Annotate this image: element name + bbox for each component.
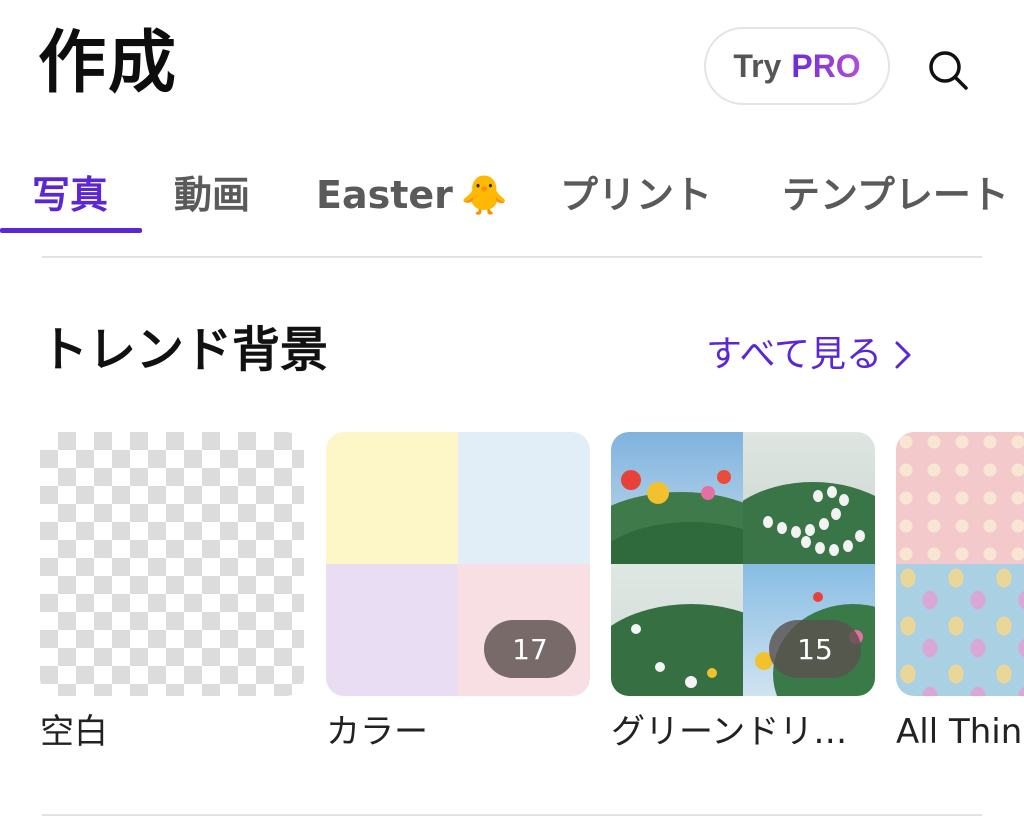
- tab-easter[interactable]: Easter 🐥: [316, 170, 508, 220]
- see-all-link[interactable]: すべて見る: [706, 330, 912, 380]
- chick-icon: 🐥: [460, 173, 509, 217]
- tab-photo[interactable]: 写真: [32, 170, 108, 220]
- purple-swatch: [326, 564, 458, 696]
- chevron-right-icon: [895, 341, 911, 369]
- card-blank[interactable]: 空白: [40, 432, 304, 754]
- tab-template[interactable]: テンプレート: [782, 170, 1009, 220]
- tab-bar: 写真 動画 Easter 🐥 プリント テンプレート: [0, 160, 1024, 240]
- card-label: カラー: [326, 712, 428, 752]
- page-title: 作成: [38, 24, 179, 103]
- blue-swatch: [458, 432, 590, 564]
- active-tab-indicator: [0, 228, 142, 233]
- yellow-swatch: [326, 432, 458, 564]
- try-pro-button[interactable]: Try PRO: [704, 27, 890, 105]
- count-badge: 15: [769, 620, 861, 678]
- color-thumbnail: 17: [326, 432, 590, 696]
- section-title: トレンド背景: [40, 322, 329, 378]
- scene-image: [611, 432, 743, 564]
- pro-label: PRO: [791, 47, 861, 84]
- count-badge: 17: [484, 620, 576, 678]
- card-color[interactable]: 17 カラー: [326, 432, 590, 754]
- pattern-image: [896, 432, 1024, 564]
- card-label: 空白: [40, 712, 108, 752]
- card-label: All Things: [896, 712, 1024, 752]
- see-all-label: すべて見る: [706, 334, 883, 375]
- search-button[interactable]: [920, 42, 976, 98]
- tab-label: Easter: [316, 173, 453, 217]
- tab-label: テンプレート: [782, 173, 1009, 217]
- scene-image: [611, 564, 743, 696]
- all-things-thumbnail: [896, 432, 1024, 696]
- eggs-image: [896, 564, 1024, 696]
- divider: [42, 256, 982, 258]
- green-dreams-thumbnail: 15: [611, 432, 875, 696]
- card-label: グリーンドリ…: [611, 712, 848, 752]
- scene-image: [743, 432, 875, 564]
- tab-label: 写真: [32, 173, 109, 217]
- tab-label: プリント: [560, 173, 713, 217]
- tab-print[interactable]: プリント: [560, 170, 712, 220]
- search-icon: [929, 51, 968, 90]
- try-label: Try: [733, 47, 782, 84]
- tab-label: 動画: [174, 173, 251, 217]
- card-green-dreams[interactable]: 15 グリーンドリ…: [611, 432, 875, 754]
- create-screen: 作成 Try PRO 写真 動画 Easter 🐥 プリント テンプレート トレン…: [0, 0, 1024, 825]
- transparent-thumbnail: [40, 432, 304, 696]
- card-all-things[interactable]: All Things: [896, 432, 1024, 754]
- divider: [42, 814, 982, 816]
- tab-video[interactable]: 動画: [174, 170, 250, 220]
